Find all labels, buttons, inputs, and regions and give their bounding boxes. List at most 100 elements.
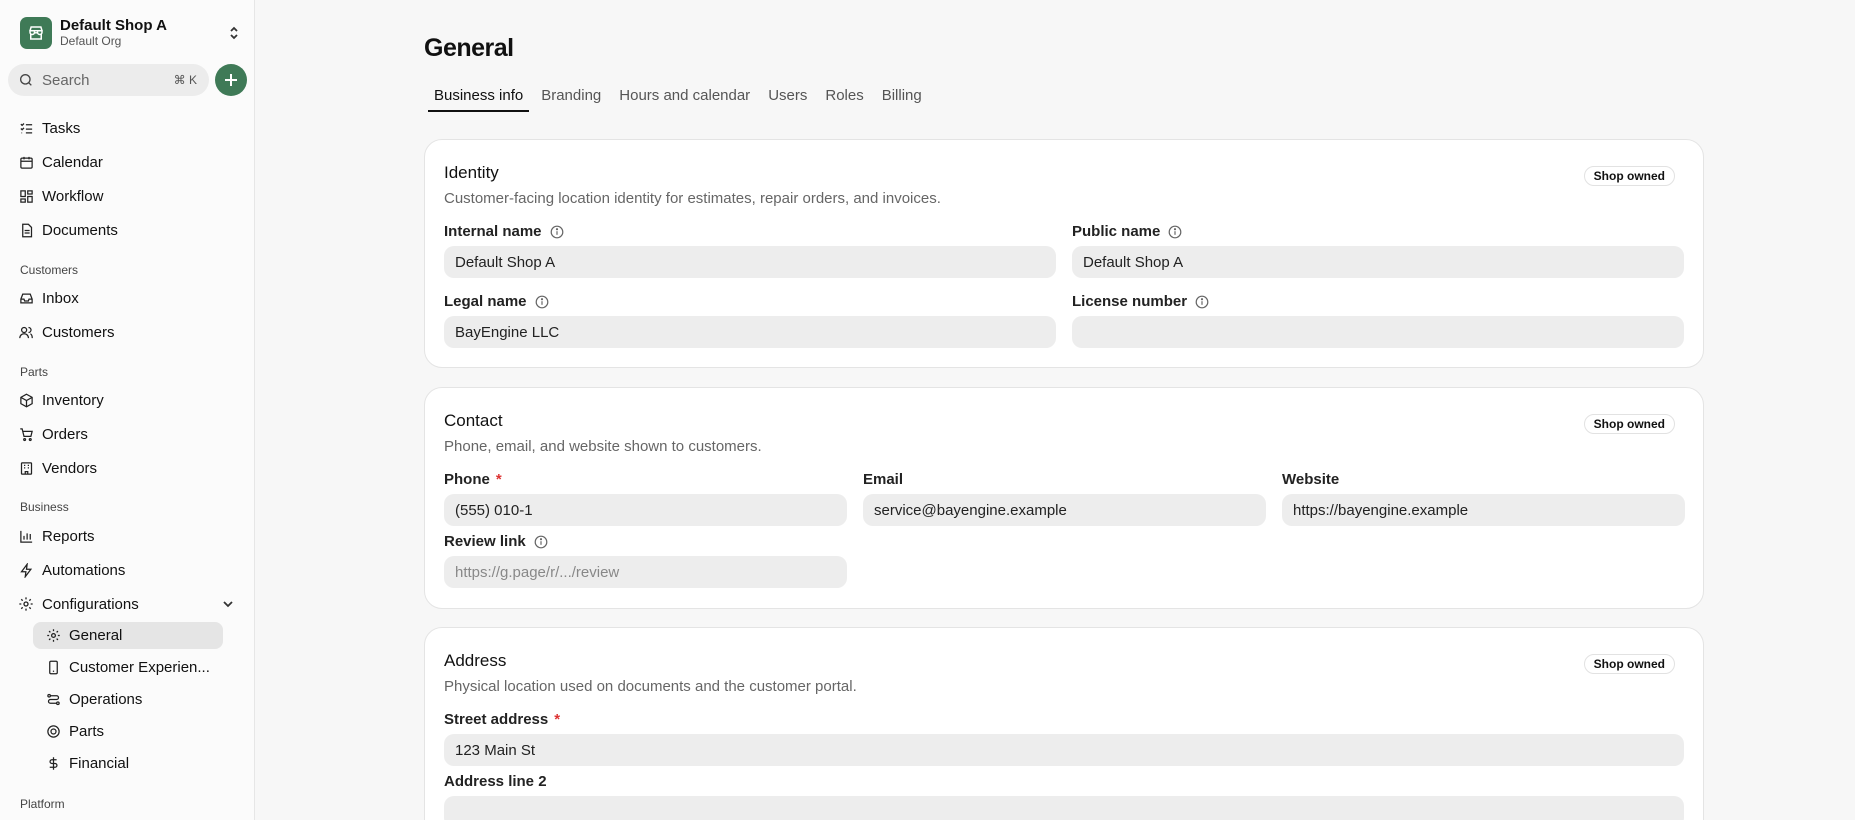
card-title: Contact — [444, 411, 503, 430]
gear-icon — [18, 596, 34, 612]
address-card: Address Shop owned Physical location use… — [424, 627, 1704, 820]
org-name: Default Org — [60, 33, 122, 48]
shop-logo-icon — [20, 17, 52, 49]
nav-label: Documents — [42, 221, 118, 239]
card-description: Phone, email, and website shown to custo… — [444, 438, 762, 455]
vendors-icon — [18, 460, 34, 476]
info-icon[interactable] — [535, 295, 549, 309]
gear-icon — [45, 628, 61, 644]
address-line-2-label: Address line 2 — [444, 773, 547, 790]
nav-item-orders[interactable]: Orders — [18, 422, 88, 446]
nav-label: Vendors — [42, 459, 98, 477]
internal-name-field[interactable] — [444, 246, 1056, 278]
legal-name-field[interactable] — [444, 316, 1056, 348]
nav-item-vendors[interactable]: Vendors — [18, 456, 97, 480]
email-field[interactable] — [863, 494, 1266, 526]
tab-hours-and-calendar[interactable]: Hours and calendar — [613, 84, 756, 112]
sub-item-label: Operations — [69, 691, 143, 708]
workflow-icon — [18, 188, 34, 204]
nav-label: Inventory — [42, 391, 104, 409]
search-input[interactable] — [42, 71, 152, 89]
users-icon — [18, 324, 34, 340]
label-text: Email — [863, 471, 904, 488]
plus-icon — [225, 74, 237, 86]
label-text: Street address — [444, 711, 549, 728]
license-number-label: License number — [1072, 293, 1209, 310]
sub-item-parts[interactable]: Parts — [33, 718, 223, 745]
search-icon — [20, 74, 32, 86]
card-title: Address — [444, 651, 507, 670]
nav-item-automations[interactable]: Automations — [18, 558, 125, 582]
nav-label: Inbox — [42, 289, 79, 307]
shop-switcher[interactable]: Default Shop A Default Org — [20, 16, 242, 50]
info-icon[interactable] — [534, 535, 548, 549]
website-field[interactable] — [1282, 494, 1685, 526]
info-icon[interactable] — [1168, 225, 1182, 239]
sub-item-operations[interactable]: Operations — [33, 686, 223, 713]
tab-business-info[interactable]: Business info — [428, 84, 530, 112]
nav-item-inventory[interactable]: Inventory — [18, 388, 104, 412]
card-description: Customer-facing location identity for es… — [444, 190, 941, 207]
operations-icon — [45, 692, 61, 708]
sub-item-general[interactable]: General — [33, 622, 223, 649]
chart-icon — [18, 528, 34, 544]
required-mark: * — [554, 711, 561, 728]
email-label: Email — [863, 471, 903, 488]
label-text: Review link — [444, 533, 526, 550]
nav-label: Customers — [42, 323, 115, 341]
nav-label: Orders — [42, 425, 88, 443]
sub-item-financial[interactable]: Financial — [33, 750, 223, 777]
tab-roles[interactable]: Roles — [819, 84, 869, 112]
phone-field[interactable] — [444, 494, 847, 526]
nav-item-customers[interactable]: Customers — [18, 320, 115, 344]
chevron-up-down-icon[interactable] — [226, 23, 242, 43]
tab-billing[interactable]: Billing — [876, 84, 928, 112]
search-box[interactable]: ⌘ K — [8, 64, 209, 96]
nav-item-configurations[interactable]: Configurations — [18, 592, 139, 616]
add-button[interactable] — [215, 64, 247, 96]
nav-label: Calendar — [42, 153, 103, 171]
cart-icon — [18, 426, 34, 442]
parts-icon — [45, 724, 61, 740]
nav-label: Tasks — [42, 119, 81, 137]
phone-label: Phone * — [444, 471, 502, 488]
tab-branding[interactable]: Branding — [535, 84, 607, 112]
license-number-field[interactable] — [1072, 316, 1684, 348]
label-text: License number — [1072, 293, 1188, 310]
nav-item-tasks[interactable]: Tasks — [18, 116, 80, 140]
tab-users[interactable]: Users — [762, 84, 813, 112]
status-badge: Shop owned — [1583, 166, 1675, 186]
review-link-field[interactable] — [444, 556, 847, 588]
tab-bar: Business info Branding Hours and calenda… — [428, 84, 934, 112]
address-line-2-field[interactable] — [444, 796, 1684, 820]
sub-item-customer-experience[interactable]: Customer Experien... — [33, 654, 223, 681]
contact-card: Contact Shop owned Phone, email, and web… — [424, 387, 1704, 609]
nav-label: Workflow — [42, 187, 104, 205]
nav-item-calendar[interactable]: Calendar — [18, 150, 103, 174]
nav-item-documents[interactable]: Documents — [18, 218, 118, 242]
dollar-icon — [45, 756, 61, 772]
nav-item-workflow[interactable]: Workflow — [18, 184, 103, 208]
card-title: Identity — [444, 163, 499, 182]
calendar-icon — [18, 154, 34, 170]
public-name-field[interactable] — [1072, 246, 1684, 278]
website-label: Website — [1282, 471, 1339, 488]
section-label-platform: Platform — [20, 797, 65, 811]
info-icon[interactable] — [1195, 295, 1209, 309]
section-label-business: Business — [20, 500, 69, 514]
nav-label: Configurations — [42, 595, 139, 613]
page-title: General — [424, 34, 514, 62]
nav-item-inbox[interactable]: Inbox — [18, 286, 79, 310]
section-label-customers: Customers — [20, 263, 79, 277]
status-badge: Shop owned — [1583, 654, 1675, 674]
required-mark: * — [495, 471, 502, 488]
info-icon[interactable] — [550, 225, 564, 239]
documents-icon — [18, 222, 34, 238]
sub-item-label: General — [69, 627, 123, 644]
tasks-icon — [18, 120, 34, 136]
nav-item-reports[interactable]: Reports — [18, 524, 95, 548]
identity-card: Identity Shop owned Customer-facing loca… — [424, 139, 1704, 368]
street-address-field[interactable] — [444, 734, 1684, 766]
sub-item-label: Parts — [69, 723, 105, 740]
chevron-down-icon[interactable] — [222, 597, 234, 615]
